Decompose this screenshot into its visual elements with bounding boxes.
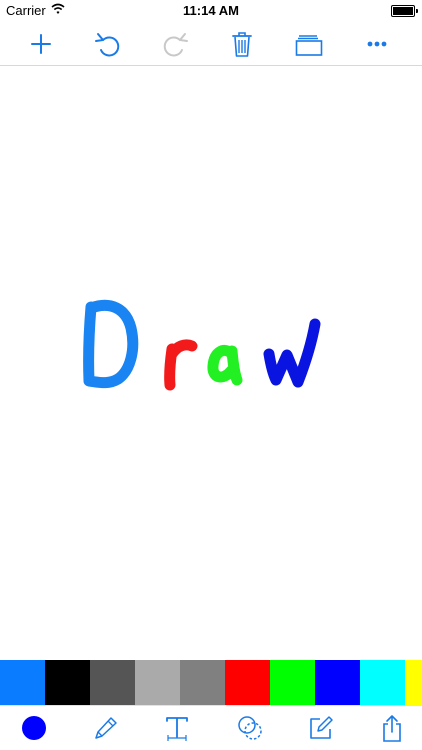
shapes-icon	[238, 716, 262, 740]
edit-note-icon	[310, 716, 333, 739]
delete-button[interactable]	[226, 28, 258, 60]
share-button[interactable]	[377, 713, 407, 743]
color-swatch-2[interactable]	[45, 660, 90, 705]
drawing-svg	[83, 299, 321, 391]
status-bar: Carrier 11:14 AM	[0, 0, 422, 22]
pencil-icon	[95, 717, 117, 739]
drawing-canvas[interactable]	[0, 66, 422, 660]
drawn-letter-r	[164, 339, 198, 391]
color-swatch-1[interactable]	[0, 660, 45, 705]
color-swatch-6[interactable]	[225, 660, 270, 705]
new-drawing-button[interactable]	[25, 28, 57, 60]
color-swatch-9[interactable]	[360, 660, 405, 705]
color-palette	[0, 660, 422, 705]
bottom-toolbar	[0, 705, 422, 750]
text-tool-icon	[166, 717, 188, 741]
top-toolbar	[0, 22, 422, 66]
layers-button[interactable]	[293, 28, 325, 60]
layers-icon	[295, 35, 323, 56]
undo-button[interactable]	[92, 28, 124, 60]
color-swatch-7[interactable]	[270, 660, 315, 705]
current-color-button[interactable]	[19, 713, 49, 743]
more-button[interactable]	[361, 28, 393, 60]
undo-icon	[95, 33, 120, 57]
more-icon	[367, 41, 387, 47]
text-tool-button[interactable]	[162, 713, 192, 743]
edit-note-button[interactable]	[306, 713, 336, 743]
battery-icon	[391, 5, 418, 17]
shape-tool-button[interactable]	[235, 713, 265, 743]
pencil-tool-button[interactable]	[90, 713, 120, 743]
drawn-letter-w	[263, 318, 321, 388]
color-swatch-8[interactable]	[315, 660, 360, 705]
drawn-letter-d	[83, 299, 139, 389]
color-swatch-5[interactable]	[180, 660, 225, 705]
drawn-letter-a	[207, 345, 243, 386]
share-icon	[383, 715, 401, 742]
redo-button[interactable]	[159, 28, 191, 60]
plus-icon	[31, 34, 51, 54]
color-swatch-4[interactable]	[135, 660, 180, 705]
trash-icon	[232, 32, 252, 57]
status-time: 11:14 AM	[183, 3, 239, 18]
color-picker-icon	[22, 716, 46, 740]
color-swatch-10[interactable]	[405, 660, 422, 705]
color-swatch-3[interactable]	[90, 660, 135, 705]
redo-icon	[163, 33, 188, 57]
